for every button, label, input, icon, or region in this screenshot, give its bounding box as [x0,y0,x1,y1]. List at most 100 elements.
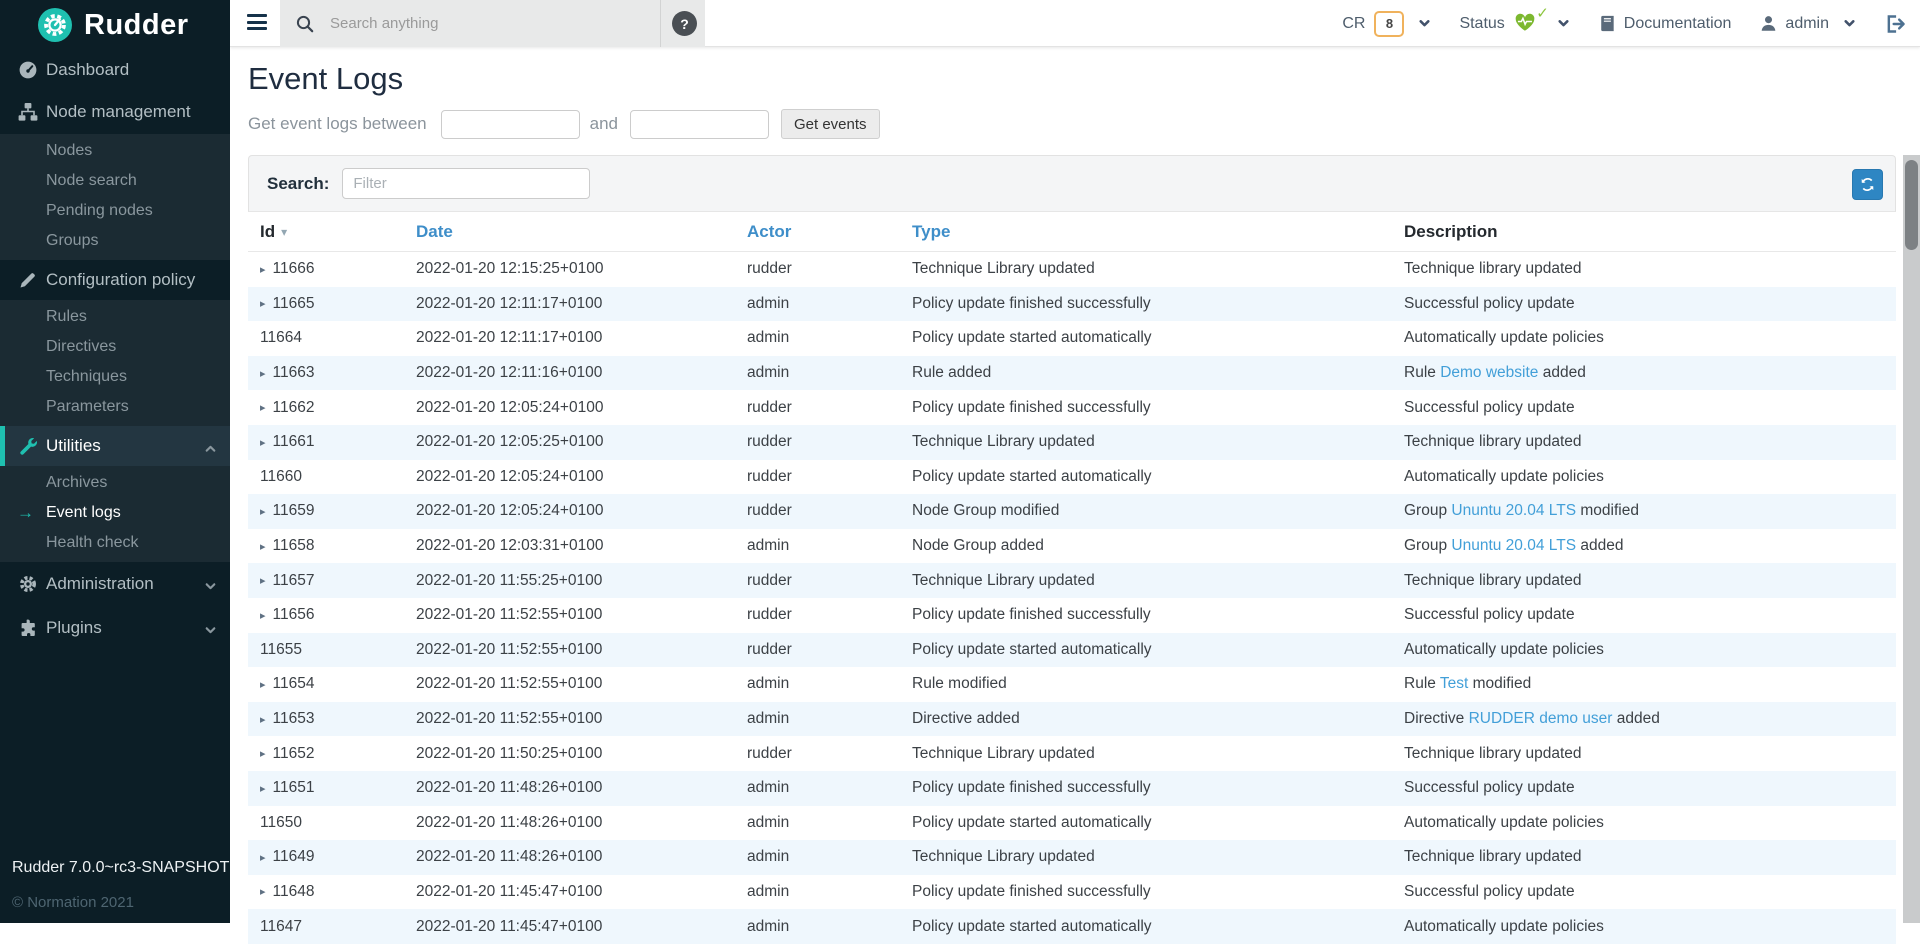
row-expand-caret[interactable]: ▸ [260,436,266,449]
row-expand-caret[interactable]: ▸ [260,297,266,310]
sidebar-item-nodes[interactable]: Nodes [0,136,230,166]
column-header-actor[interactable]: Actor [747,222,912,242]
sidebar-item-health-check[interactable]: Health check [0,528,230,558]
change-requests-menu[interactable]: CR 8 [1342,11,1431,37]
sidebar-item-dashboard[interactable]: Dashboard [0,50,230,90]
table-row[interactable]: ▸ 11648 2022-01-20 11:45:47+0100 admin P… [248,875,1896,910]
sidebar-item-directives[interactable]: Directives [0,332,230,362]
sidebar-item-event-logs[interactable]: →Event logs [0,498,230,528]
description-link[interactable]: Ununtu 20.04 LTS [1451,502,1576,519]
description-link[interactable]: RUDDER demo user [1469,710,1613,727]
chevron-down-icon[interactable] [204,578,217,591]
row-expand-caret[interactable]: ▸ [260,782,266,795]
table-row[interactable]: ▸ 11658 2022-01-20 12:03:31+0100 admin N… [248,529,1896,564]
row-date: 2022-01-20 11:52:55+0100 [416,675,747,693]
get-events-button[interactable]: Get events [781,109,880,139]
table-row[interactable]: ▸ 11659 2022-01-20 12:05:24+0100 rudder … [248,494,1896,529]
row-expand-caret[interactable]: ▸ [260,747,266,760]
table-row[interactable]: ▸ 11654 2022-01-20 11:52:55+0100 admin R… [248,667,1896,702]
table-row[interactable]: ▸ 11663 2022-01-20 12:11:16+0100 admin R… [248,356,1896,391]
sidebar-item-node-search[interactable]: Node search [0,166,230,196]
rudder-logo[interactable]: Rudder [0,0,230,50]
table-row[interactable]: ▸ 11657 2022-01-20 11:55:25+0100 rudder … [248,563,1896,598]
range-prompt-label: Get event logs between [248,114,427,134]
table-row[interactable]: ▸ 11652 2022-01-20 11:50:25+0100 rudder … [248,736,1896,771]
sidebar-item-node-management[interactable]: Node management [0,90,230,134]
table-row[interactable]: ▸ 11651 2022-01-20 11:48:26+0100 admin P… [248,771,1896,806]
app-version: Rudder 7.0.0~rc3-SNAPSHOT [12,859,229,877]
scrollbar-thumb[interactable] [1905,160,1918,250]
table-row[interactable]: ▸ 11666 2022-01-20 12:15:25+0100 rudder … [248,252,1896,287]
row-date: 2022-01-20 12:05:24+0100 [416,502,747,520]
column-header-date[interactable]: Date [416,222,747,242]
help-icon[interactable]: ? [672,11,697,36]
row-expand-caret[interactable]: ▸ [260,540,266,553]
description-link[interactable]: Demo website [1440,364,1538,381]
row-expand-caret[interactable]: ▸ [260,574,266,587]
sidebar-item-label: Utilities [46,436,101,456]
table-row[interactable]: ▸ 11656 2022-01-20 11:52:55+0100 rudder … [248,598,1896,633]
user-menu[interactable]: admin [1759,14,1856,33]
table-row[interactable]: ▸ 11661 2022-01-20 12:05:25+0100 rudder … [248,425,1896,460]
logout-icon[interactable] [1884,13,1906,35]
table-row[interactable]: ▸ 11665 2022-01-20 12:11:17+0100 admin P… [248,287,1896,322]
sidebar-item-utilities[interactable]: Utilities [0,426,230,466]
row-actor: rudder [747,433,912,451]
row-expand-caret[interactable]: ▸ [260,678,266,691]
refresh-button[interactable] [1852,169,1883,200]
row-expand-caret[interactable]: ▸ [260,505,266,518]
row-description: Automatically update policies [1404,468,1896,486]
column-header-type[interactable]: Type [912,222,1404,242]
row-actor: admin [747,675,912,693]
row-actor: rudder [747,399,912,417]
documentation-link[interactable]: Documentation [1598,14,1732,33]
row-expand-caret[interactable]: ▸ [260,851,266,864]
table-row[interactable]: ▸ 11653 2022-01-20 11:52:55+0100 admin D… [248,702,1896,737]
row-expand-caret[interactable]: ▸ [260,609,266,622]
page-scrollbar[interactable] [1903,155,1920,923]
row-actor: admin [747,329,912,347]
row-type: Node Group modified [912,502,1404,520]
table-filter-input[interactable] [342,168,590,199]
row-type: Policy update finished successfully [912,295,1404,313]
sidebar-item-rules[interactable]: Rules [0,302,230,332]
row-type: Node Group added [912,537,1404,555]
sidebar-item-techniques[interactable]: Techniques [0,362,230,392]
column-header-id[interactable]: Id ▾ [248,222,416,242]
sidebar-item-archives[interactable]: Archives [0,468,230,498]
sidebar-item-label: Administration [46,574,154,594]
sidebar-item-groups[interactable]: Groups [0,226,230,256]
row-actor: admin [747,779,912,797]
table-row[interactable]: ▸ 11649 2022-01-20 11:48:26+0100 admin T… [248,840,1896,875]
start-date-input[interactable] [441,110,580,139]
row-type: Policy update started automatically [912,468,1404,486]
sidebar-item-pending-nodes[interactable]: Pending nodes [0,196,230,226]
row-type: Rule modified [912,675,1404,693]
chevron-up-icon[interactable] [204,440,217,453]
row-actor: admin [747,364,912,382]
description-link[interactable]: Ununtu 20.04 LTS [1451,537,1576,554]
row-expand-caret[interactable]: ▸ [260,713,266,726]
sidebar-item-parameters[interactable]: Parameters [0,392,230,422]
description-link[interactable]: Test [1440,675,1468,692]
row-expand-caret[interactable]: ▸ [260,263,266,276]
row-id: 11648 [273,883,315,901]
sidebar-item-configuration-policy[interactable]: Configuration policy [0,260,230,300]
status-menu[interactable]: Status ✓ [1459,11,1569,37]
row-id: 11654 [273,675,315,693]
row-expand-caret[interactable]: ▸ [260,401,266,414]
end-date-input[interactable] [630,110,769,139]
row-id: 11658 [273,537,315,555]
sidebar-item-administration[interactable]: Administration [0,562,230,606]
row-expand-caret[interactable]: ▸ [260,367,266,380]
row-actor: rudder [747,260,912,278]
table-row[interactable]: ▸ 11662 2022-01-20 12:05:24+0100 rudder … [248,390,1896,425]
row-expand-caret[interactable]: ▸ [260,885,266,898]
hamburger-menu-icon[interactable] [247,14,267,32]
chevron-down-icon[interactable] [204,622,217,635]
row-type: Technique Library updated [912,572,1404,590]
search-input[interactable] [330,15,620,32]
row-date: 2022-01-20 11:45:47+0100 [416,918,747,936]
row-id: 11656 [273,606,315,624]
sidebar-item-plugins[interactable]: Plugins [0,606,230,650]
